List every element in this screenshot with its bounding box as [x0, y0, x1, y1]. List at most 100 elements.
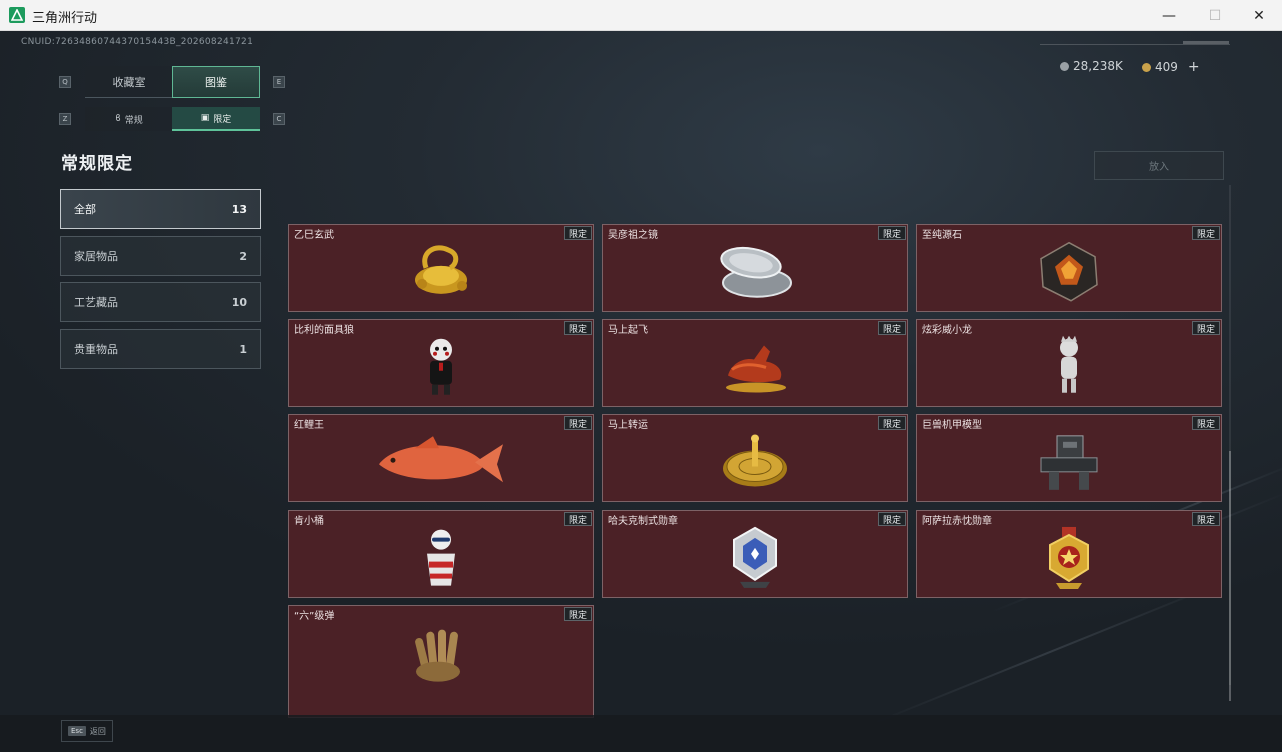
item-name: 哈夫克制式勋章	[608, 516, 678, 527]
limited-badge: 限定	[877, 512, 906, 526]
window-title: 三角洲行动	[32, 11, 98, 26]
subtab-regular[interactable]: ϐ 常规	[85, 107, 173, 131]
limited-badge: 限定	[877, 416, 906, 430]
category-all[interactable]: 全部 13	[60, 189, 261, 229]
limited-badge: 限定	[563, 321, 592, 335]
tab-label: 图鉴	[205, 76, 227, 89]
category-label: 全部	[74, 203, 96, 216]
white-figurine-icon	[1060, 335, 1078, 393]
category-valuables[interactable]: 贵重物品 1	[60, 329, 261, 369]
limited-badge: 限定	[1191, 321, 1220, 335]
category-count: 13	[231, 202, 247, 216]
mech-model-icon	[1040, 435, 1098, 490]
dark-crystal-icon	[1040, 241, 1098, 302]
back-label: 返回	[89, 726, 106, 736]
bucket-figure-icon	[427, 529, 455, 586]
item-card[interactable]: 哈夫克制式勋章 限定	[602, 510, 908, 598]
item-card[interactable]: 马上起飞 限定	[602, 319, 908, 407]
tab-catalog[interactable]: 图鉴	[172, 66, 260, 98]
put-in-button[interactable]: 放入	[1094, 151, 1224, 180]
subtab-prev-key[interactable]: Z	[59, 113, 71, 125]
item-card[interactable]: 至纯源石 限定	[916, 224, 1222, 312]
red-carp-icon	[379, 436, 503, 483]
item-card[interactable]: 吴彦祖之镜 限定	[602, 224, 908, 312]
category-craft[interactable]: 工艺藏品 10	[60, 282, 261, 322]
category-label: 工艺藏品	[74, 296, 118, 309]
currency-gold[interactable]: 409 +	[1142, 59, 1200, 75]
item-name: 至纯源石	[922, 230, 962, 241]
limited-badge: 限定	[563, 416, 592, 430]
golden-compass-icon	[723, 434, 787, 487]
item-name: 肯小桶	[294, 516, 324, 527]
silver-medal-icon	[733, 526, 777, 588]
item-name: “六”级弹	[294, 611, 335, 622]
limited-badge: 限定	[563, 512, 592, 526]
item-name: 马上转运	[608, 420, 648, 431]
item-name: 吴彦祖之镜	[608, 230, 658, 241]
subtab-limited[interactable]: ▣ 限定	[172, 107, 260, 131]
subtab-next-key[interactable]: C	[273, 113, 285, 125]
item-grid: 乙巳玄武 限定 吴彦祖之镜 限定 至纯源石 限定 比利的面具狼 限定 马上起飞 …	[288, 224, 1228, 718]
maximize-button[interactable]: ☐	[1192, 0, 1238, 31]
limited-badge: 限定	[1191, 226, 1220, 240]
currency-gold-value: 409	[1155, 60, 1178, 74]
frame-icon: ▣	[200, 113, 210, 123]
close-button[interactable]: ✕	[1236, 0, 1282, 31]
tab-collection-room[interactable]: 收藏室	[85, 66, 173, 98]
item-card[interactable]: 乙巳玄武 限定	[288, 224, 594, 312]
category-home[interactable]: 家居物品 2	[60, 236, 261, 276]
tab-label: 收藏室	[112, 75, 146, 89]
item-card[interactable]: 马上转运 限定	[602, 414, 908, 502]
item-name: 炫彩威小龙	[922, 325, 972, 336]
compact-mirror-icon	[720, 246, 792, 298]
category-label: 家居物品	[74, 250, 118, 263]
category-count: 1	[239, 342, 247, 356]
subtab-label: 常规	[124, 115, 143, 126]
footer-bar: Esc 返回	[0, 715, 1282, 752]
flame-icon: ϐ	[115, 114, 121, 124]
tab-next-key[interactable]: E	[273, 76, 285, 88]
grid-scrollbar-thumb[interactable]	[1229, 451, 1231, 701]
gold-coin-icon	[1142, 62, 1151, 72]
limited-badge: 限定	[563, 607, 592, 621]
item-name: 比利的面具狼	[294, 325, 354, 336]
back-button[interactable]: Esc 返回	[61, 720, 113, 742]
category-label: 贵重物品	[74, 343, 118, 356]
golden-turtle-icon	[415, 245, 467, 294]
window-titlebar: 三角洲行动 — ☐ ✕	[0, 0, 1282, 31]
item-name: 马上起飞	[608, 325, 648, 336]
player-uid: CNUID:7263486074437015443B_202608241721	[21, 37, 254, 47]
app-logo-icon	[9, 7, 25, 23]
subtab-label: 限定	[213, 114, 232, 125]
silver-coin-icon	[1060, 61, 1069, 71]
limited-badge: 限定	[877, 321, 906, 335]
bullet-hand-icon	[415, 629, 460, 682]
item-name: 阿萨拉赤忱勋章	[922, 516, 992, 527]
section-title: 常规限定	[61, 154, 133, 174]
add-currency-button[interactable]: +	[1188, 59, 1200, 75]
esc-key: Esc	[68, 726, 86, 736]
limited-badge: 限定	[1191, 416, 1220, 430]
item-card[interactable]: 红鲤王 限定	[288, 414, 594, 502]
item-card[interactable]: 肯小桶 限定	[288, 510, 594, 598]
item-card[interactable]: 炫彩威小龙 限定	[916, 319, 1222, 407]
currency-silver-value: 28,238K	[1073, 59, 1123, 73]
minimize-button[interactable]: —	[1146, 0, 1192, 31]
limited-badge: 限定	[563, 226, 592, 240]
game-viewport: CNUID:7263486074437015443B_202608241721 …	[0, 31, 1282, 752]
currency-silver[interactable]: 28,238K	[1060, 59, 1123, 73]
limited-badge: 限定	[877, 226, 906, 240]
item-name: 乙巳玄武	[294, 230, 334, 241]
item-card[interactable]: 阿萨拉赤忱勋章 限定	[916, 510, 1222, 598]
item-name: 红鲤王	[294, 420, 324, 431]
red-horse-icon	[726, 345, 786, 393]
item-card[interactable]: “六”级弹 限定	[288, 605, 594, 718]
category-count: 2	[239, 249, 247, 263]
item-card[interactable]: 比利的面具狼 限定	[288, 319, 594, 407]
item-card[interactable]: 巨兽机甲模型 限定	[916, 414, 1222, 502]
category-count: 10	[231, 295, 247, 309]
tab-prev-key[interactable]: Q	[59, 76, 71, 88]
limited-badge: 限定	[1191, 512, 1220, 526]
top-divider-accent	[1183, 41, 1229, 44]
top-divider	[1040, 44, 1230, 45]
